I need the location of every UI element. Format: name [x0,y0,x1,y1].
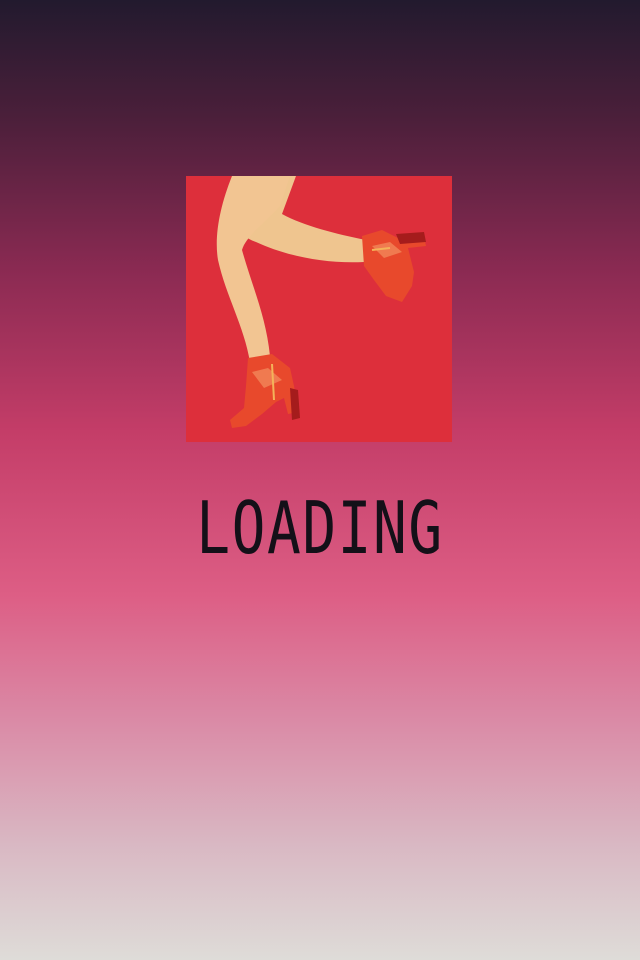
legs-high-heels-icon [186,176,452,442]
loading-label: LOADING [196,486,444,570]
